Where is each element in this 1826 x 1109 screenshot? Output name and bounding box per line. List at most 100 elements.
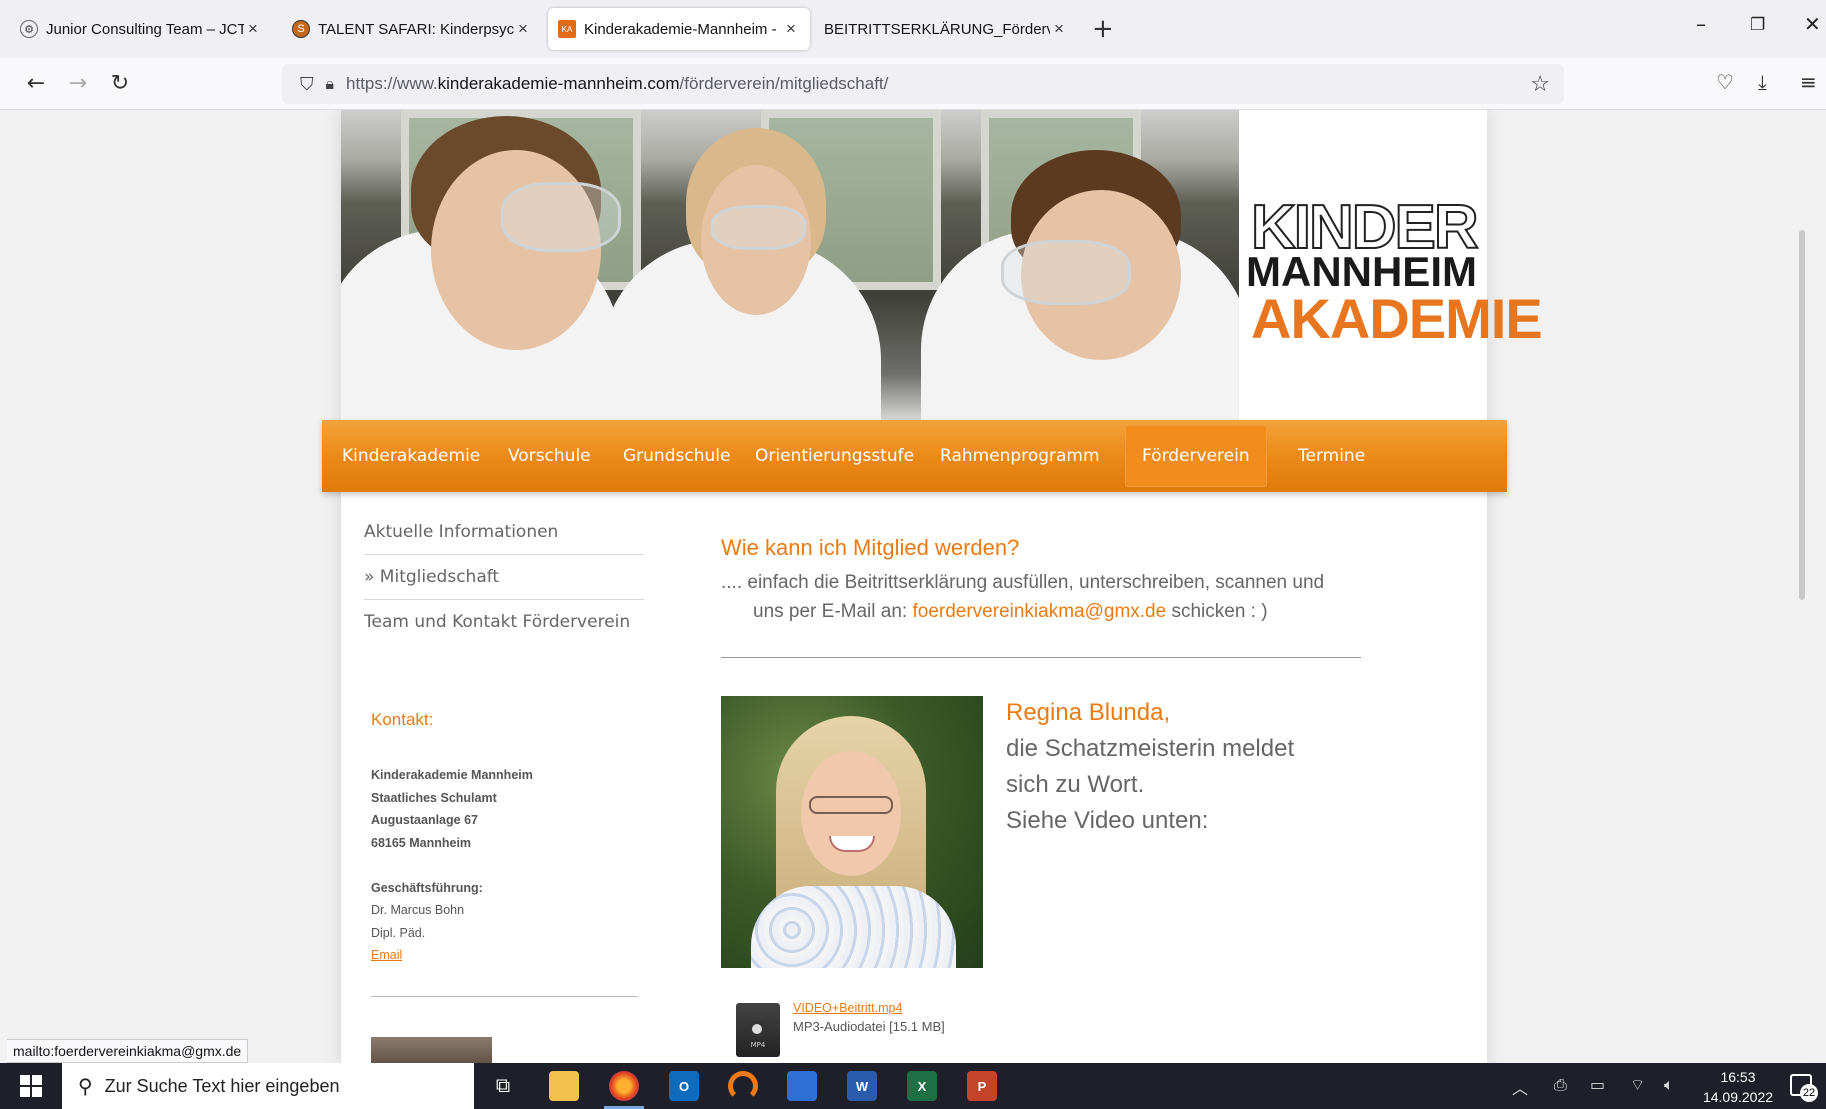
bookmark-star-icon[interactable]: ☆	[1530, 72, 1550, 97]
tab-close-icon[interactable]: ×	[514, 19, 532, 39]
kontakt-street: Augustaanlage 67	[371, 813, 478, 827]
wifi-icon[interactable]: ⌔	[1630, 1075, 1645, 1095]
battery-icon[interactable]: ▭	[1590, 1075, 1605, 1094]
tab-junior-consulting[interactable]: ⚙ Junior Consulting Team – JCT Stu ×	[10, 8, 272, 50]
video-file-meta: MP3-Audiodatei [15.1 MB]	[793, 1019, 945, 1034]
subnav-item-aktuelle-informationen[interactable]: Aktuelle Informationen	[364, 510, 644, 555]
lock-icon[interactable]: 🔒︎	[326, 74, 335, 94]
clock-time: 16:53	[1720, 1069, 1756, 1085]
treasurer-line-3: Siehe Video unten:	[1006, 807, 1209, 834]
tab-label: Junior Consulting Team – JCT Stu	[46, 20, 244, 38]
menu-item-rahmenprogramm[interactable]: Rahmenprogramm	[923, 420, 1117, 492]
kontakt-line2: Staatliches Schulamt	[371, 790, 497, 805]
portrait-photo	[721, 696, 983, 968]
menu-item-foerderverein[interactable]: Förderverein	[1125, 425, 1267, 487]
sidebar-photo	[371, 1037, 492, 1063]
url-text[interactable]: https://www.kinderakademie-mannheim.com/…	[346, 74, 888, 94]
file-type-label: MP4	[750, 1041, 766, 1049]
intro-line-1: .... einfach die Beitrittserklärung ausf…	[721, 572, 1325, 593]
portrait-dress	[751, 886, 956, 968]
kontakt-city: 68165 Mannheim	[371, 835, 472, 850]
content-divider	[721, 657, 1361, 658]
logo-akademie: AKADEMIE	[1251, 287, 1543, 350]
treasurer-name: Regina Blunda,	[1006, 699, 1171, 726]
page-viewport: KINDER MANNHEIM AKADEMIE Aktuelle Inform…	[7, 110, 1807, 1063]
volume-icon[interactable]: 🔈︎	[1664, 1075, 1674, 1095]
tab-label: BEITRITTSERKLÄRUNG_Förderverein	[824, 20, 1050, 38]
tab-talent-safari[interactable]: S TALENT SAFARI: Kinderpsycholo ×	[282, 8, 542, 50]
file-explorer-icon[interactable]	[549, 1071, 579, 1101]
navigation-toolbar: ← → ↻ ⛉ 🔒︎ https://www.kinderakademie-ma…	[0, 58, 1826, 110]
address-bar[interactable]: ⛉ 🔒︎ https://www.kinderakademie-mannheim…	[282, 64, 1564, 104]
snipping-tool-icon[interactable]	[787, 1071, 817, 1101]
kontakt-gf-name: Dr. Marcus Bohn	[371, 903, 465, 917]
menu-item-orientierungsstufe[interactable]: Orientierungsstufe	[738, 420, 931, 492]
film-reel-icon	[749, 1021, 765, 1037]
menu-icon[interactable]: ≡	[1800, 70, 1817, 94]
task-view-icon[interactable]: ⧉	[488, 1071, 518, 1101]
kontakt-block: Kinderakademie Mannheim Staatliches Schu…	[371, 764, 533, 967]
restore-icon[interactable]: ❐	[1750, 15, 1765, 35]
excel-icon[interactable]: X	[907, 1071, 937, 1101]
minimize-icon[interactable]: –	[1696, 12, 1706, 36]
tab-kinderakademie[interactable]: KA Kinderakademie-Mannheim - M ×	[548, 8, 810, 50]
site-logo[interactable]: KINDER MANNHEIM AKADEMIE	[1239, 110, 1543, 420]
tab-close-icon[interactable]: ×	[244, 19, 262, 39]
kontakt-gf-label: Geschäftsführung:	[371, 880, 483, 895]
sidebar-subnav: Aktuelle Informationen » Mitgliedschaft …	[364, 510, 644, 645]
orange-app-icon[interactable]	[728, 1071, 758, 1101]
portrait-glasses	[809, 796, 893, 814]
taskbar-search-box[interactable]: ⚲ Zur Suche Text hier eingeben	[62, 1063, 474, 1109]
new-tab-button[interactable]: +	[1092, 14, 1114, 44]
link-status-bar: mailto:foerdervereinkiakma@gmx.de	[7, 1039, 249, 1063]
pocket-icon[interactable]: ♡	[1716, 70, 1734, 94]
notification-center-icon[interactable]: 22	[1790, 1074, 1818, 1102]
shield-icon[interactable]: ⛉	[300, 74, 314, 95]
treasurer-text: Regina Blunda, die Schatzmeisterin melde…	[1006, 695, 1294, 839]
downloads-icon[interactable]: ⤓	[1758, 70, 1767, 94]
search-placeholder: Zur Suche Text hier eingeben	[104, 1075, 340, 1096]
intro-line-2: uns per E-Mail an: foerdervereinkiakma@g…	[753, 601, 1268, 622]
kontakt-email-link[interactable]: Email	[371, 944, 533, 967]
subnav-item-mitgliedschaft[interactable]: » Mitgliedschaft	[364, 555, 644, 600]
subnav-item-team-kontakt[interactable]: Team und Kontakt Förderverein	[364, 600, 644, 645]
menu-item-vorschule[interactable]: Vorschule	[491, 420, 608, 492]
reload-icon[interactable]: ↻	[104, 68, 136, 100]
tab-label: TALENT SAFARI: Kinderpsycholo	[318, 20, 514, 38]
email-link[interactable]: foerdervereinkiakma@gmx.de	[912, 601, 1166, 622]
menu-item-grundschule[interactable]: Grundschule	[606, 420, 747, 492]
tab-close-icon[interactable]: ×	[1050, 19, 1068, 39]
tab-label: Kinderakademie-Mannheim - M	[584, 20, 782, 38]
kontakt-gf-title: Dipl. Päd.	[371, 925, 426, 940]
goggles	[1001, 240, 1131, 305]
goggles	[711, 205, 806, 250]
meet-now-icon[interactable]: ⎙	[1554, 1075, 1567, 1095]
jct-favicon-icon: ⚙	[20, 20, 38, 38]
firefox-icon[interactable]	[604, 1071, 644, 1109]
menu-item-termine[interactable]: Termine	[1281, 420, 1382, 492]
back-icon[interactable]: ←	[20, 68, 52, 100]
mp4-file-icon[interactable]: MP4	[736, 1003, 780, 1057]
kontakt-heading: Kontakt:	[371, 710, 434, 729]
talent-safari-favicon-icon: S	[292, 20, 310, 38]
taskbar-clock[interactable]: 16:53 14.09.2022	[1700, 1067, 1776, 1107]
tab-close-icon[interactable]: ×	[782, 19, 800, 39]
page-scrollbar[interactable]	[1799, 230, 1805, 600]
tray-overflow-icon[interactable]: ︿	[1512, 1075, 1528, 1099]
kinderakademie-favicon-icon: KA	[558, 20, 576, 38]
sidebar-divider	[371, 996, 638, 997]
windows-start-icon[interactable]	[20, 1075, 42, 1097]
notification-count: 22	[1800, 1084, 1818, 1102]
treasurer-line-1: die Schatzmeisterin meldet	[1006, 735, 1295, 762]
forward-icon[interactable]: →	[62, 68, 94, 100]
word-icon[interactable]: W	[847, 1071, 877, 1101]
video-download-link[interactable]: VIDEO+Beitritt.mp4	[793, 1001, 902, 1015]
powerpoint-icon[interactable]: P	[967, 1071, 997, 1101]
menu-item-kinderakademie[interactable]: Kinderakademie	[325, 420, 497, 492]
outlook-icon[interactable]: O	[669, 1071, 699, 1101]
header-photo	[341, 110, 1239, 420]
close-window-icon[interactable]: ✕	[1804, 12, 1821, 36]
main-menu: Kinderakademie Vorschule Grundschule Ori…	[322, 420, 1507, 492]
tab-beitrittserklaerung[interactable]: BEITRITTSERKLÄRUNG_Förderverein ×	[816, 8, 1078, 50]
